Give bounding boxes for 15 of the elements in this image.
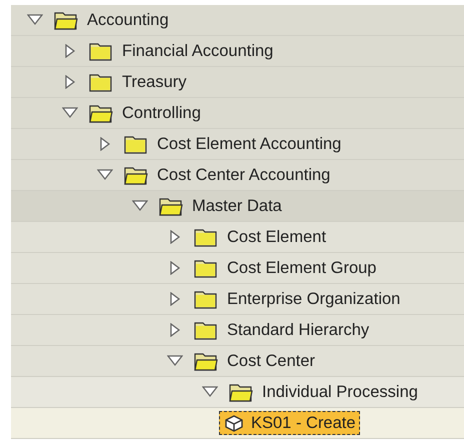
tree-item-label[interactable]: Master Data xyxy=(192,196,282,216)
collapse-triangle-icon[interactable] xyxy=(132,199,148,213)
cube-icon xyxy=(223,413,245,433)
tree-item[interactable]: KS01 - Create xyxy=(219,411,360,435)
tree-item-label[interactable]: Cost Center xyxy=(227,352,316,370)
collapse-triangle-icon[interactable] xyxy=(202,385,218,399)
tree-item-label[interactable]: Cost Element xyxy=(227,228,326,246)
tree-item-label[interactable]: Standard Hierarchy xyxy=(227,320,370,340)
tree-item-label[interactable]: Treasury xyxy=(122,72,186,92)
collapse-triangle-icon[interactable] xyxy=(167,354,183,368)
collapse-triangle-icon[interactable] xyxy=(62,106,78,120)
collapse-triangle-icon[interactable] xyxy=(97,168,113,182)
tree-item-label[interactable]: Accounting xyxy=(87,10,169,30)
tree-item-label[interactable]: Controlling xyxy=(122,104,201,122)
collapse-triangle-icon[interactable] xyxy=(27,13,43,27)
